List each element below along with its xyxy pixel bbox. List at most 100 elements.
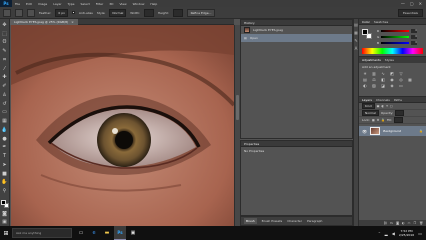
chevron-up-icon[interactable]: ^ (378, 231, 381, 235)
red-slider-track[interactable] (381, 30, 410, 32)
filter-shape-icon[interactable]: ▢ (390, 104, 393, 108)
new-selection-icon[interactable] (15, 8, 23, 17)
fg-bg-color-icon[interactable] (362, 29, 372, 41)
style-select[interactable]: Normal (109, 8, 127, 17)
blue-slider-track[interactable] (381, 42, 410, 44)
tab-swatches[interactable]: Swatches (374, 20, 388, 24)
new-layer-icon[interactable]: ❐ (413, 221, 416, 225)
tab-color[interactable]: Color (362, 20, 370, 24)
red-value[interactable]: 0 (411, 29, 417, 33)
antialias-checkbox[interactable] (71, 11, 75, 14)
path-select-tool-icon[interactable]: ➤ (1, 162, 8, 169)
gradient-tool-icon[interactable]: ▦ (1, 118, 8, 125)
fx-icon[interactable]: fx (390, 221, 393, 225)
red-slider[interactable]: R 0 (377, 29, 417, 33)
tab-adjustments[interactable]: Adjustments (362, 58, 381, 62)
invert-icon[interactable]: ◐ (362, 84, 368, 89)
folder-icon[interactable]: ▭ (408, 221, 411, 225)
adjust-icon[interactable]: ◐ (402, 221, 405, 225)
maximize-button[interactable]: ▢ (410, 1, 414, 6)
workspace-switcher[interactable]: Essentials (397, 8, 423, 17)
menu-3d[interactable]: 3D (109, 2, 113, 6)
blue-value[interactable]: 0 (411, 41, 417, 45)
filter-pixel-icon[interactable]: ▣ (377, 104, 380, 108)
mask-icon[interactable]: ◙ (396, 221, 399, 225)
tab-brush-presets[interactable]: Brush Presets (262, 219, 283, 223)
tab-layers[interactable]: Layers (362, 98, 372, 102)
tab-paragraph[interactable]: Paragraph (307, 219, 322, 223)
history-brush-tool-icon[interactable]: ↺ (1, 101, 8, 108)
filter-adjust-icon[interactable]: ◐ (381, 104, 384, 108)
color-swatches[interactable] (0, 200, 9, 209)
minimize-button[interactable]: — (401, 1, 405, 6)
scrollbar-thumb[interactable] (236, 95, 239, 120)
lasso-tool-icon[interactable]: ʘ (1, 40, 8, 47)
menu-window[interactable]: Window (133, 2, 145, 6)
history-state-open[interactable]: ▤ Open (241, 34, 352, 42)
layer-name[interactable]: Background (383, 129, 401, 133)
opacity-input[interactable] (395, 110, 405, 116)
pen-tool-icon[interactable]: ✒ (1, 145, 8, 152)
menu-view[interactable]: View (119, 2, 126, 6)
history-panel-icon[interactable]: ▤ (354, 23, 358, 27)
lock-pixels-icon[interactable]: ▦ (372, 118, 375, 122)
clone-stamp-tool-icon[interactable]: ♙ (1, 92, 8, 99)
edge-icon[interactable]: e (88, 226, 100, 240)
menu-edit[interactable]: Edit (26, 2, 32, 6)
store-icon[interactable]: ▣ (127, 226, 139, 240)
move-tool-icon[interactable]: ✥ (1, 22, 8, 29)
properties-panel-icon[interactable]: ▦ (354, 31, 358, 35)
menu-filter[interactable]: Filter (96, 2, 103, 6)
marquee-tool-icon[interactable]: ⬚ (1, 31, 8, 38)
layer-kind-filter[interactable]: Kind (362, 103, 375, 109)
menu-type[interactable]: Type (68, 2, 75, 6)
trash-icon[interactable]: 🗑 (419, 221, 423, 225)
zoom-tool-icon[interactable]: ⚲ (1, 188, 8, 195)
tab-character[interactable]: Character (287, 219, 302, 223)
height-input[interactable] (172, 8, 183, 17)
menu-layer[interactable]: Layer (53, 2, 61, 6)
link-icon[interactable]: ⛓ (383, 221, 387, 225)
eraser-tool-icon[interactable]: ▭ (1, 110, 8, 117)
menu-select[interactable]: Select (81, 2, 90, 6)
taskbar-clock[interactable]: 7:52 PM 2/25/2016 (399, 229, 414, 237)
quick-select-tool-icon[interactable]: ✎ (1, 48, 8, 55)
brush-tool-icon[interactable]: ✐ (1, 83, 8, 90)
document-canvas[interactable] (11, 25, 234, 226)
volume-icon[interactable]: ◀ (392, 231, 395, 236)
quick-mask-icon[interactable]: ◙ (1, 211, 8, 218)
color-spectrum-bar[interactable] (362, 48, 423, 54)
tool-preset-picker[interactable] (3, 8, 11, 17)
close-button[interactable]: ✕ (419, 1, 422, 6)
feather-input[interactable]: 0 px (55, 8, 68, 17)
blur-tool-icon[interactable]: 💧 (1, 127, 8, 134)
lock-position-icon[interactable]: ✥ (377, 118, 380, 122)
taskbar-search[interactable]: Ask me anything (12, 228, 72, 238)
gradient-map-icon[interactable]: ▭ (398, 84, 404, 89)
dodge-tool-icon[interactable]: ● (1, 136, 8, 143)
lock-all-icon[interactable]: 🔒 (381, 118, 385, 122)
tab-channels[interactable]: Channels (376, 98, 390, 102)
network-icon[interactable]: ▂ (385, 231, 388, 236)
green-value[interactable]: 0 (411, 35, 417, 39)
blend-mode-select[interactable]: Normal (362, 110, 379, 116)
menu-image[interactable]: Image (38, 2, 47, 6)
notifications-icon[interactable]: ▭ (418, 231, 422, 236)
blue-slider[interactable]: B 0 (377, 41, 417, 45)
close-tab-icon[interactable]: × (71, 20, 74, 24)
refine-edge-button[interactable]: Refine Edge... (186, 8, 216, 17)
tab-paths[interactable]: Paths (394, 98, 402, 102)
color-lookup-icon[interactable]: ▦ (407, 78, 413, 83)
character-panel-icon[interactable]: A (355, 47, 358, 51)
tab-brush[interactable]: Brush (244, 218, 257, 224)
visibility-eye-icon[interactable]: 👁 (362, 129, 367, 134)
menu-file[interactable]: File (15, 2, 20, 6)
healing-brush-tool-icon[interactable]: ✚ (1, 75, 8, 82)
layer-background[interactable]: 👁 Background 🔒 (359, 126, 426, 136)
crop-tool-icon[interactable]: ⌗ (1, 57, 8, 64)
foreground-color-swatch[interactable] (0, 200, 6, 205)
selective-color-icon[interactable]: ◈ (389, 84, 395, 89)
eyedropper-tool-icon[interactable]: ⁄ (1, 66, 8, 73)
tab-styles[interactable]: Styles (385, 58, 394, 62)
shape-tool-icon[interactable]: ■ (1, 171, 8, 178)
